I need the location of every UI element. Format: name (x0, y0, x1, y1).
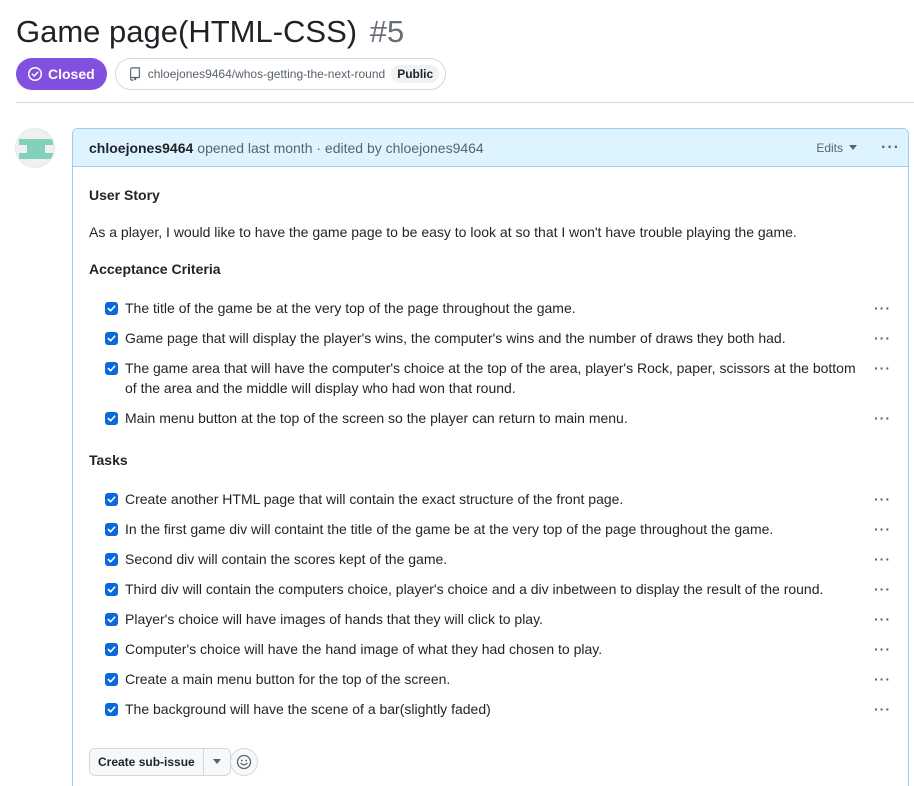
checkbox-checked-icon[interactable] (105, 643, 118, 656)
kebab-icon[interactable]: ··· (874, 358, 891, 378)
edits-label: Edits (816, 140, 844, 155)
task-item: Create another HTML page that will conta… (105, 489, 897, 509)
acceptance-item-text: Main menu button at the top of the scree… (125, 410, 628, 426)
state-badge: Closed (16, 58, 107, 90)
kebab-icon[interactable]: ··· (874, 609, 891, 629)
checkbox-checked-icon[interactable] (105, 613, 118, 626)
checkbox-checked-icon[interactable] (105, 332, 118, 345)
task-item-text: In the first game div will containt the … (125, 521, 774, 537)
repo-icon (129, 67, 140, 81)
acceptance-item-text: The game area that will have the compute… (125, 360, 856, 396)
checkbox-checked-icon[interactable] (105, 302, 118, 315)
task-item: In the first game div will containt the … (105, 519, 897, 539)
acceptance-item-text: Game page that will display the player's… (125, 330, 786, 346)
task-item: The background will have the scene of a … (105, 699, 897, 719)
create-subissue-dropdown[interactable] (204, 749, 230, 775)
task-item-text: Second div will contain the scores kept … (125, 551, 448, 567)
comment-header: chloejones9464 opened last month · edite… (73, 129, 908, 167)
kebab-icon[interactable]: ··· (874, 699, 891, 719)
issue-number: #5 (369, 14, 405, 49)
acceptance-item: Game page that will display the player's… (105, 328, 897, 348)
state-label: Closed (48, 66, 95, 82)
task-item-text: The background will have the scene of a … (125, 701, 491, 717)
repo-link[interactable]: chloejones9464/whos-getting-the-next-rou… (114, 58, 447, 90)
checkbox-checked-icon[interactable] (105, 362, 118, 375)
task-item-text: Create another HTML page that will conta… (125, 491, 624, 507)
heading-user-story: User Story (89, 187, 160, 203)
task-item-text: Create a main menu button for the top of… (125, 671, 451, 687)
kebab-icon[interactable]: ··· (874, 669, 891, 689)
checkbox-checked-icon[interactable] (105, 412, 118, 425)
heading-tasks: Tasks (89, 452, 128, 468)
checkbox-checked-icon[interactable] (105, 493, 118, 506)
task-item: Computer's choice will have the hand ima… (105, 639, 897, 659)
issue-title: Game page(HTML-CSS) (16, 14, 358, 49)
checkbox-checked-icon[interactable] (105, 583, 118, 596)
add-reaction-button[interactable] (230, 748, 258, 776)
task-item: Second div will contain the scores kept … (105, 549, 897, 569)
issue-body-comment: chloejones9464 opened last month · edite… (72, 128, 909, 786)
identicon-icon (19, 139, 53, 159)
kebab-icon[interactable]: ··· (874, 489, 891, 509)
repo-name: chloejones9464/whos-getting-the-next-rou… (147, 67, 386, 81)
kebab-icon[interactable]: ··· (881, 139, 900, 156)
checkbox-checked-icon[interactable] (105, 703, 118, 716)
checkbox-checked-icon[interactable] (105, 523, 118, 536)
header-divider (16, 102, 914, 103)
task-item: Create a main menu button for the top of… (105, 669, 897, 689)
smiley-icon (236, 754, 252, 770)
acceptance-item: The title of the game be at the very top… (105, 298, 897, 318)
chevron-down-icon (849, 144, 858, 150)
user-story-text: As a player, I would like to have the ga… (89, 224, 797, 240)
kebab-icon[interactable]: ··· (874, 549, 891, 569)
avatar[interactable] (15, 128, 55, 168)
task-item-text: Computer's choice will have the hand ima… (125, 641, 603, 657)
issue-title-row: Game page(HTML-CSS) #5 (16, 12, 404, 52)
create-subissue-button[interactable]: Create sub-issue (90, 749, 204, 775)
edits-dropdown[interactable]: Edits (816, 140, 858, 155)
issue-meta-row: Closed chloejones9464/whos-getting-the-n… (16, 58, 447, 90)
task-item-text: Third div will contain the computers cho… (125, 581, 824, 597)
checkbox-checked-icon[interactable] (105, 673, 118, 686)
acceptance-item-text: The title of the game be at the very top… (125, 300, 576, 316)
kebab-icon[interactable]: ··· (874, 408, 891, 428)
task-item: Player's choice will have images of hand… (105, 609, 897, 629)
comment-author[interactable]: chloejones9464 (89, 140, 193, 156)
issue-page: Game page(HTML-CSS) #5 Closed chloejones… (0, 0, 914, 786)
task-item-text: Player's choice will have images of hand… (125, 611, 543, 627)
kebab-icon[interactable]: ··· (874, 579, 891, 599)
acceptance-item: The game area that will have the compute… (105, 358, 897, 398)
checkbox-checked-icon[interactable] (105, 553, 118, 566)
kebab-icon[interactable]: ··· (874, 519, 891, 539)
comment-meta: opened last month · edited by chloejones… (197, 139, 484, 156)
visibility-badge: Public (391, 65, 440, 83)
heading-acceptance-criteria: Acceptance Criteria (89, 261, 221, 277)
kebab-icon[interactable]: ··· (874, 639, 891, 659)
task-item: Third div will contain the computers cho… (105, 579, 897, 599)
create-subissue-group: Create sub-issue (89, 748, 231, 776)
kebab-icon[interactable]: ··· (874, 298, 891, 318)
check-circle-icon (27, 66, 43, 82)
kebab-icon[interactable]: ··· (874, 328, 891, 348)
chevron-down-icon (212, 759, 221, 764)
acceptance-item: Main menu button at the top of the scree… (105, 408, 897, 428)
